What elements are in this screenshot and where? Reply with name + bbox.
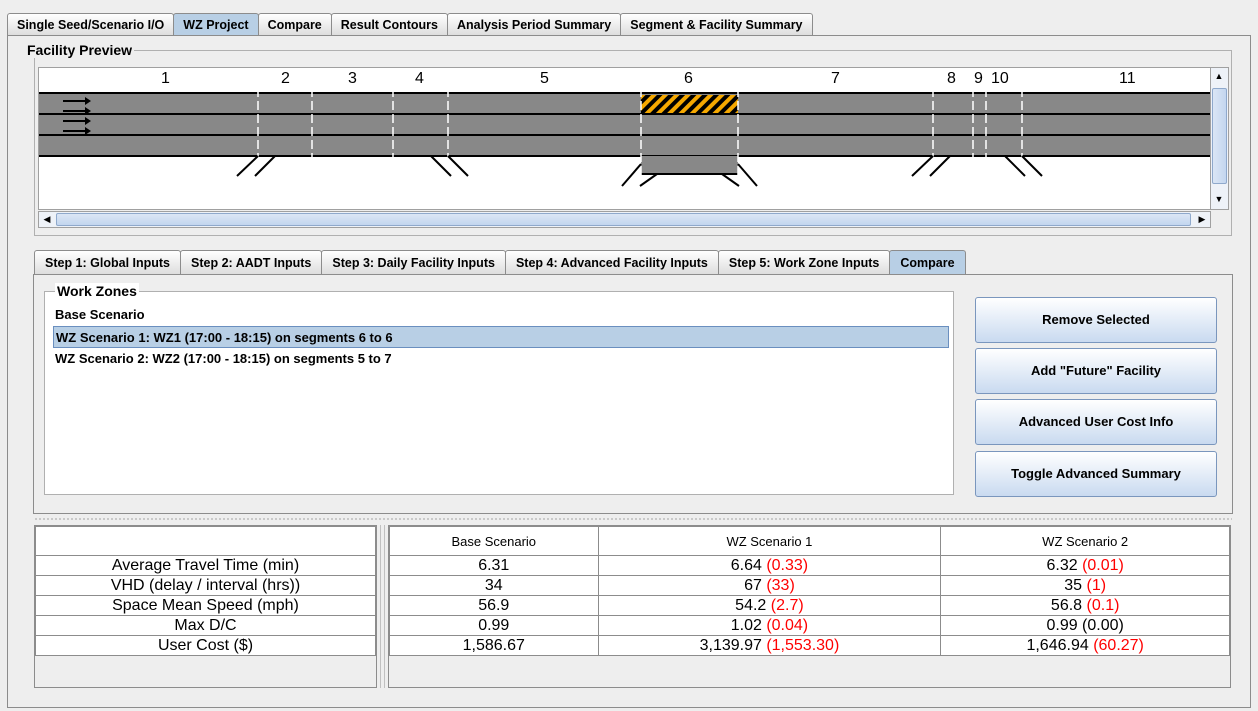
table-cell: 34 [389,575,599,596]
preview-horizontal-scrollbar[interactable]: ◀ ▶ [38,211,1211,228]
facility-preview-title: Facility Preview [25,42,135,58]
splitter-handle[interactable] [34,517,1232,521]
tab-step-5[interactable]: Step 5: Work Zone Inputs [717,250,891,275]
facility-diagram [39,88,1211,187]
table-header-blank [35,526,376,556]
work-zone-marker [641,95,738,113]
table-divider[interactable] [380,525,385,688]
row-label: Max D/C [35,615,376,636]
list-item[interactable]: WZ Scenario 2: WZ2 (17:00 - 18:15) on se… [53,348,949,370]
table-cell: 1,586.67 [389,635,599,656]
table-cell: 67 (33) [597,575,942,596]
table-cell: 6.32 (0.01) [940,555,1230,576]
table-cell: 6.31 [389,555,599,576]
table-row: 1,586.67 3,139.97 (1,553.30) 1,646.94 (6… [389,635,1230,656]
scroll-left-arrow-icon[interactable]: ◀ [39,212,55,228]
row-label: User Cost ($) [35,635,376,656]
table-cell: 6.64 (0.33) [597,555,942,576]
tab-step-compare[interactable]: Compare [889,250,966,275]
tab-compare[interactable]: Compare [257,13,332,36]
vertical-scroll-thumb[interactable] [1212,88,1227,184]
table-cell: 0.99 [389,615,599,636]
summary-data-table: Base Scenario WZ Scenario 1 WZ Scenario … [388,525,1231,688]
column-header: WZ Scenario 1 [597,526,942,556]
table-row: 6.31 6.64 (0.33) 6.32 (0.01) [389,555,1230,576]
table-row: 34 67 (33) 35 (1) [389,575,1230,596]
table-row: 56.9 54.2 (2.7) 56.8 (0.1) [389,595,1230,616]
segment-label: 3 [348,70,357,87]
table-cell: 56.9 [389,595,599,616]
add-future-facility-button[interactable]: Add "Future" Facility [975,348,1217,394]
row-label: Space Mean Speed (mph) [35,595,376,616]
table-row: 0.99 1.02 (0.04) 0.99 (0.00) [389,615,1230,636]
tab-wz-project[interactable]: WZ Project [173,13,259,36]
segment-label: 2 [281,70,290,87]
ramps [236,155,1043,187]
tab-analysis-period-summary[interactable]: Analysis Period Summary [447,13,622,36]
table-cell: 1.02 (0.04) [597,615,942,636]
work-zones-title: Work Zones [55,283,139,299]
table-cell: 56.8 (0.1) [940,595,1230,616]
facility-preview-canvas[interactable]: 1 2 3 4 5 6 7 8 9 10 11 [38,67,1212,210]
tab-result-contours[interactable]: Result Contours [330,13,448,36]
mainline-roadway [39,93,1211,156]
table-cell: 35 (1) [940,575,1230,596]
segment-label: 7 [831,70,840,87]
segment-label: 5 [540,70,549,87]
tab-step-2[interactable]: Step 2: AADT Inputs [180,250,323,275]
main-tab-bar: Single Seed/Scenario I/O WZ Project Comp… [7,13,813,36]
table-cell: 54.2 (2.7) [597,595,942,616]
table-cell: 1,646.94 (60.27) [940,635,1230,656]
scroll-down-arrow-icon[interactable]: ▼ [1211,192,1227,208]
segment-label: 11 [1119,70,1136,87]
scroll-right-arrow-icon[interactable]: ▶ [1194,212,1210,228]
tab-segment-facility-summary[interactable]: Segment & Facility Summary [620,13,813,36]
list-item[interactable]: WZ Scenario 1: WZ1 (17:00 - 18:15) on se… [53,326,949,348]
list-item[interactable]: Base Scenario [53,304,949,326]
scroll-up-arrow-icon[interactable]: ▲ [1211,69,1227,85]
tab-single-seed[interactable]: Single Seed/Scenario I/O [7,13,175,36]
table-cell: 3,139.97 (1,553.30) [597,635,942,656]
step-tab-bar: Step 1: Global Inputs Step 2: AADT Input… [34,250,966,275]
summary-labels-table: Average Travel Time (min) VHD (delay / i… [34,525,377,688]
tab-step-3[interactable]: Step 3: Daily Facility Inputs [321,250,506,275]
segment-label: 9 [974,70,983,87]
table-cell: 0.99 (0.00) [940,615,1230,636]
horizontal-scroll-thumb[interactable] [56,213,1191,226]
toggle-advanced-summary-button[interactable]: Toggle Advanced Summary [975,451,1217,497]
row-label: Average Travel Time (min) [35,555,376,576]
work-zones-group: Work Zones Base Scenario WZ Scenario 1: … [44,283,954,495]
work-zones-list[interactable]: Base Scenario WZ Scenario 1: WZ1 (17:00 … [53,304,949,370]
segment-label: 8 [947,70,956,87]
remove-selected-button[interactable]: Remove Selected [975,297,1217,343]
preview-vertical-scrollbar[interactable]: ▲ ▼ [1210,67,1229,210]
advanced-user-cost-info-button[interactable]: Advanced User Cost Info [975,399,1217,445]
segment-label: 1 [161,70,170,87]
column-header: WZ Scenario 2 [940,526,1230,556]
row-label: VHD (delay / interval (hrs)) [35,575,376,596]
tab-step-4[interactable]: Step 4: Advanced Facility Inputs [504,250,719,275]
segment-label: 6 [684,70,693,87]
tab-step-1[interactable]: Step 1: Global Inputs [34,250,182,275]
column-header: Base Scenario [389,526,599,556]
segment-label: 4 [415,70,424,87]
segment-label: 10 [991,70,1009,87]
